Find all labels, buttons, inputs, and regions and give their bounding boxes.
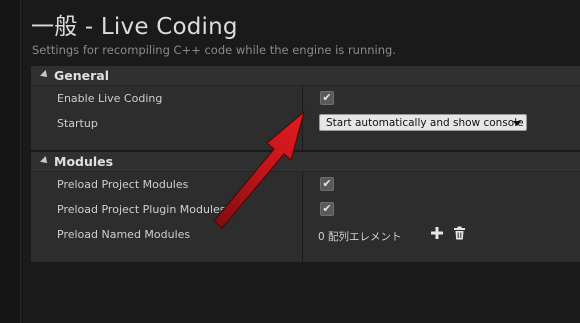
preload-project-plugin-modules-checkbox[interactable]: ✔ <box>320 202 334 216</box>
dropdown-arrow-icon <box>513 121 521 126</box>
modules-section-title: Modules <box>54 154 114 169</box>
general-section-header[interactable]: General <box>31 66 580 86</box>
settings-page: 一般 - Live Coding Settings for recompilin… <box>21 0 580 323</box>
preload-named-modules-value: 0 配列エレメント <box>314 222 580 247</box>
preload-named-modules-label: Preload Named Modules <box>57 228 191 241</box>
startup-dropdown[interactable]: Start automatically and show console <box>319 114 527 131</box>
enable-live-coding-checkbox[interactable]: ✔ <box>320 91 334 105</box>
startup-value: Start automatically and show console <box>314 111 580 136</box>
preload-project-modules-checkbox[interactable]: ✔ <box>320 177 334 191</box>
left-panel-edge <box>0 0 21 323</box>
setting-row-preload-project-plugin-modules: Preload Project Plugin Modules ✔ <box>31 197 580 222</box>
collapse-triangle-icon[interactable] <box>40 156 50 166</box>
preload-project-plugin-modules-value: ✔ <box>314 197 580 222</box>
setting-row-startup: Startup Start automatically and show con… <box>31 111 580 136</box>
startup-label: Startup <box>57 117 98 130</box>
page-title: 一般 - Live Coding <box>31 14 238 40</box>
preload-project-plugin-modules-label: Preload Project Plugin Modules <box>57 203 226 216</box>
trash-icon[interactable] <box>453 226 466 240</box>
page-subtitle: Settings for recompiling C++ code while … <box>32 43 396 57</box>
setting-row-preload-named-modules: Preload Named Modules 0 配列エレメント <box>31 222 580 247</box>
plus-icon[interactable] <box>430 226 444 240</box>
preload-project-modules-label: Preload Project Modules <box>57 178 189 191</box>
setting-row-enable-live-coding: Enable Live Coding ✔ <box>31 86 580 111</box>
general-section-title: General <box>54 68 109 83</box>
modules-section-header[interactable]: Modules <box>31 152 580 172</box>
general-section: General Enable Live Coding ✔ Startup Sta… <box>31 66 580 151</box>
modules-section: Modules Preload Project Modules ✔ Preloa… <box>31 152 580 262</box>
collapse-triangle-icon[interactable] <box>40 70 50 80</box>
enable-live-coding-value: ✔ <box>314 86 580 111</box>
preload-project-modules-value: ✔ <box>314 172 580 197</box>
startup-dropdown-value: Start automatically and show console <box>326 117 524 129</box>
setting-row-preload-project-modules: Preload Project Modules ✔ <box>31 172 580 197</box>
enable-live-coding-label: Enable Live Coding <box>57 92 163 105</box>
array-element-count: 0 配列エレメント <box>318 231 402 243</box>
